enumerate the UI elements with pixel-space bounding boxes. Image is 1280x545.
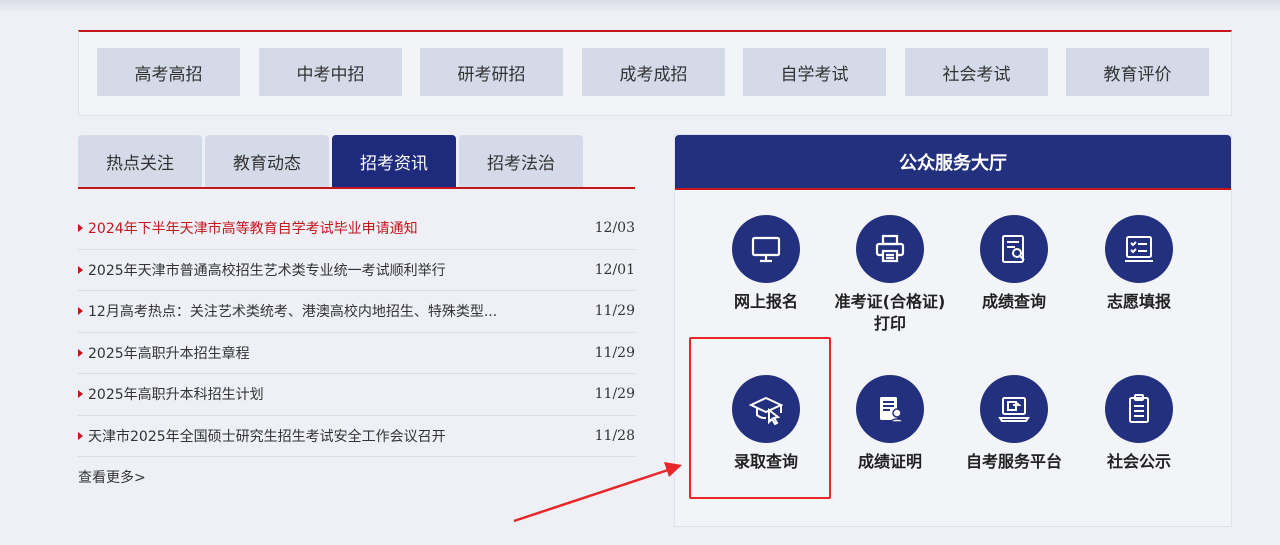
annotation-arrow-icon [513,462,682,523]
page: 高考高招 中考中招 研考研招 成考成招 自学考试 社会考试 教育评价 热点关注 … [0,0,1280,545]
